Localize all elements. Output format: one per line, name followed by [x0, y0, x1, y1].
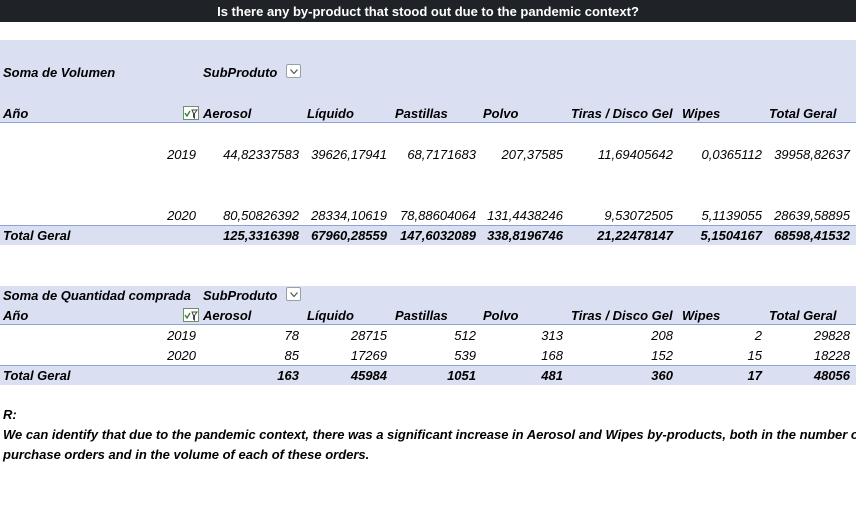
table2-col-header: Aerosol	[203, 308, 252, 323]
sort-filter-icon[interactable]	[183, 308, 199, 322]
table2-cell: 168	[541, 348, 563, 363]
table2-cell: 208	[651, 328, 673, 343]
table1-cell: 80,50826392	[223, 208, 299, 223]
table1-total-cell: 21,22478147	[597, 228, 673, 243]
table2-total-cell: 45984	[350, 368, 387, 383]
table1-cell: 78,88604064	[400, 208, 476, 223]
table2-col-header: Wipes	[682, 308, 721, 323]
table2-col-header: Líquido	[307, 308, 354, 323]
table1-total-label: Total Geral	[3, 228, 71, 243]
table1-total-cell: 68598,41532	[774, 228, 850, 243]
table1-values-label: Soma de Volumen	[3, 65, 116, 80]
table1-cell: 9,53072505	[604, 208, 673, 223]
table2-total-cell: 1051	[447, 368, 476, 383]
table2-cell: 28715	[350, 328, 387, 343]
table1-col-header: Polvo	[483, 106, 519, 121]
table2-row-year: 2019	[167, 328, 196, 343]
table2-total-cell: 360	[651, 368, 673, 383]
table2-total-cell: 481	[541, 368, 563, 383]
table1-total-cell: 67960,28559	[311, 228, 387, 243]
table2-cell: 2	[754, 328, 762, 343]
table1-cell: 39958,82637	[774, 147, 850, 162]
table1-total-cell: 125,3316398	[223, 228, 299, 243]
table2-total-cell: 163	[277, 368, 299, 383]
table1-row-year: 2019	[167, 147, 196, 162]
table2-values-label: Soma de Quantidad comprada	[3, 288, 191, 303]
table2-total-label: Total Geral	[3, 368, 71, 383]
table2-total-cell: 48056	[813, 368, 850, 383]
table1-column-field: SubProduto	[203, 65, 278, 80]
table2-cell: 512	[454, 328, 476, 343]
table2-cell: 17269	[350, 348, 387, 363]
table1-cell: 39626,17941	[311, 147, 387, 162]
table2-col-header: Tiras / Disco Gel	[571, 308, 673, 323]
answer-line: purchase orders and in the volume of eac…	[3, 447, 370, 462]
table2-cell: 313	[541, 328, 563, 343]
table1-col-header: Pastillas	[395, 106, 448, 121]
table1-cell: 11,69405642	[598, 147, 673, 162]
table1-cell: 5,1139055	[701, 208, 763, 223]
table1-cell: 0,0365112	[701, 147, 763, 162]
table2-row-year: 2020	[167, 348, 196, 363]
table1-cell: 207,37585	[501, 147, 563, 162]
table2-cell: 18228	[813, 348, 850, 363]
sort-filter-icon[interactable]	[183, 106, 199, 120]
table1-row-field: Año	[3, 106, 29, 121]
table1-total-cell: 5,1504167	[700, 228, 762, 243]
table1-col-header: Wipes	[682, 106, 721, 121]
answer-label: R:	[3, 407, 17, 422]
table2-column-field: SubProduto	[203, 288, 278, 303]
table2-cell: 78	[284, 328, 299, 343]
table1-col-header: Líquido	[307, 106, 354, 121]
table2-col-header: Polvo	[483, 308, 519, 323]
table2-cell: 15	[747, 348, 762, 363]
page-title: Is there any by-product that stood out d…	[0, 0, 856, 22]
table1-cell: 28334,10619	[311, 208, 387, 223]
answer-line: We can identify that due to the pandemic…	[3, 427, 856, 442]
table2-col-header: Total Geral	[769, 308, 837, 323]
table1-col-header: Aerosol	[203, 106, 252, 121]
table2-cell: 85	[284, 348, 299, 363]
table1-cell: 68,7171683	[407, 147, 476, 162]
table2-cell: 539	[454, 348, 476, 363]
table1-cell: 44,82337583	[223, 147, 299, 162]
table1-total-cell: 338,8196746	[487, 228, 563, 243]
table1-row-year: 2020	[167, 208, 196, 223]
filter-dropdown-icon[interactable]	[286, 64, 301, 78]
table1-col-header: Tiras / Disco Gel	[571, 106, 673, 121]
table1-col-header: Total Geral	[769, 106, 837, 121]
table1-cell: 28639,58895	[774, 208, 850, 223]
table1-cell: 131,4438246	[487, 208, 563, 223]
table1-total-cell: 147,6032089	[400, 228, 476, 243]
filter-dropdown-icon[interactable]	[286, 287, 301, 301]
table2-row-field: Año	[3, 308, 29, 323]
table2-col-header: Pastillas	[395, 308, 448, 323]
table2-cell: 152	[651, 348, 673, 363]
table2-cell: 29828	[813, 328, 850, 343]
table2-total-cell: 17	[747, 368, 762, 383]
